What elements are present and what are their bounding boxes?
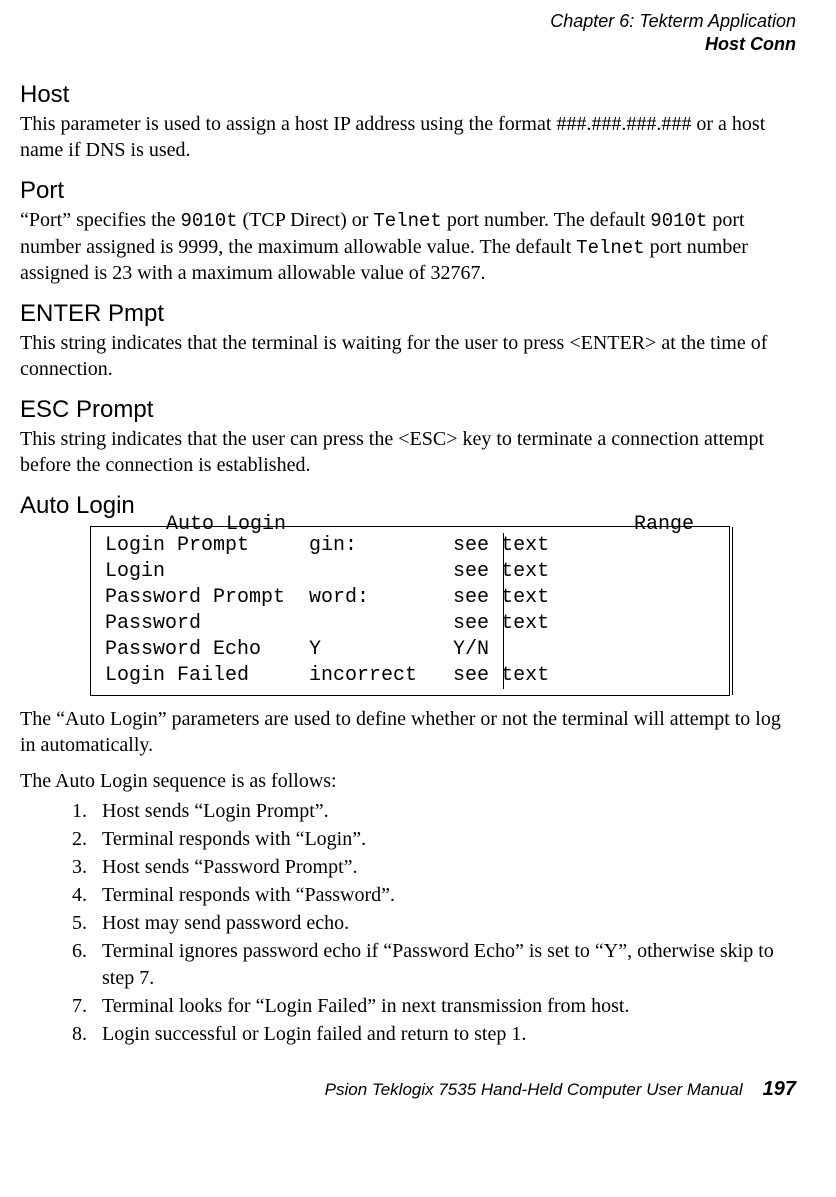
port-code-3: 9010t: [650, 210, 707, 232]
auto-login-table-wrap: Auto Login Range Login Prompt gin: see t…: [90, 526, 730, 696]
table-row: Password see text: [105, 611, 715, 637]
list-item: Terminal responds with “Password”.: [92, 882, 796, 909]
list-item: Host may send password echo.: [92, 910, 796, 937]
port-code-2: Telnet: [373, 210, 441, 232]
page-header: Chapter 6: Tekterm Application Host Conn: [20, 10, 796, 55]
list-item: Host sends “Login Prompt”.: [92, 798, 796, 825]
chapter-label: Chapter 6: Tekterm Application: [20, 10, 796, 33]
list-item: Terminal ignores password echo if “Passw…: [92, 938, 796, 992]
table-row: Login Failed incorrect see text: [105, 663, 715, 689]
heading-port: Port: [20, 177, 796, 205]
sequence-list: Host sends “Login Prompt”.Terminal respo…: [20, 798, 796, 1048]
heading-host: Host: [20, 81, 796, 109]
right-rule-icon: [732, 527, 733, 695]
list-item: Terminal responds with “Login”.: [92, 826, 796, 853]
footer-text: Psion Teklogix 7535 Hand-Held Computer U…: [325, 1080, 743, 1100]
page-footer: Psion Teklogix 7535 Hand-Held Computer U…: [20, 1078, 796, 1101]
sequence-intro: The Auto Login sequence is as follows:: [20, 768, 796, 794]
auto-login-after-text: The “Auto Login” parameters are used to …: [20, 706, 796, 758]
list-item: Terminal looks for “Login Failed” in nex…: [92, 993, 796, 1020]
footer-page-number: 197: [763, 1078, 796, 1101]
port-text-mid1: (TCP Direct) or: [238, 209, 374, 231]
list-item: Login successful or Login failed and ret…: [92, 1021, 796, 1048]
list-item: Host sends “Password Prompt”.: [92, 854, 796, 881]
port-text-mid2: port number. The default: [442, 209, 650, 231]
auto-login-box: Login Prompt gin: see textLogin see text…: [90, 526, 730, 696]
column-separator-icon: [503, 533, 504, 689]
section-label: Host Conn: [20, 33, 796, 56]
manual-page: Chapter 6: Tekterm Application Host Conn…: [0, 0, 836, 1121]
table-row: Login see text: [105, 559, 715, 585]
table-rows-container: Login Prompt gin: see textLogin see text…: [105, 533, 715, 689]
enter-pmpt-body: This string indicates that the terminal …: [20, 330, 796, 382]
table-row: Password Prompt word: see text: [105, 585, 715, 611]
table-row: Login Prompt gin: see text: [105, 533, 715, 559]
port-code-1: 9010t: [181, 210, 238, 232]
port-code-4: Telnet: [576, 237, 644, 259]
host-body: This parameter is used to assign a host …: [20, 111, 796, 163]
heading-auto-login: Auto Login: [20, 492, 796, 520]
port-body: “Port” specifies the 9010t (TCP Direct) …: [20, 207, 796, 286]
table-row: Password Echo Y Y/N: [105, 637, 715, 663]
heading-esc-prompt: ESC Prompt: [20, 396, 796, 424]
heading-enter-pmpt: ENTER Pmpt: [20, 300, 796, 328]
port-text-pre: “Port” specifies the: [20, 209, 181, 231]
esc-prompt-body: This string indicates that the user can …: [20, 426, 796, 478]
